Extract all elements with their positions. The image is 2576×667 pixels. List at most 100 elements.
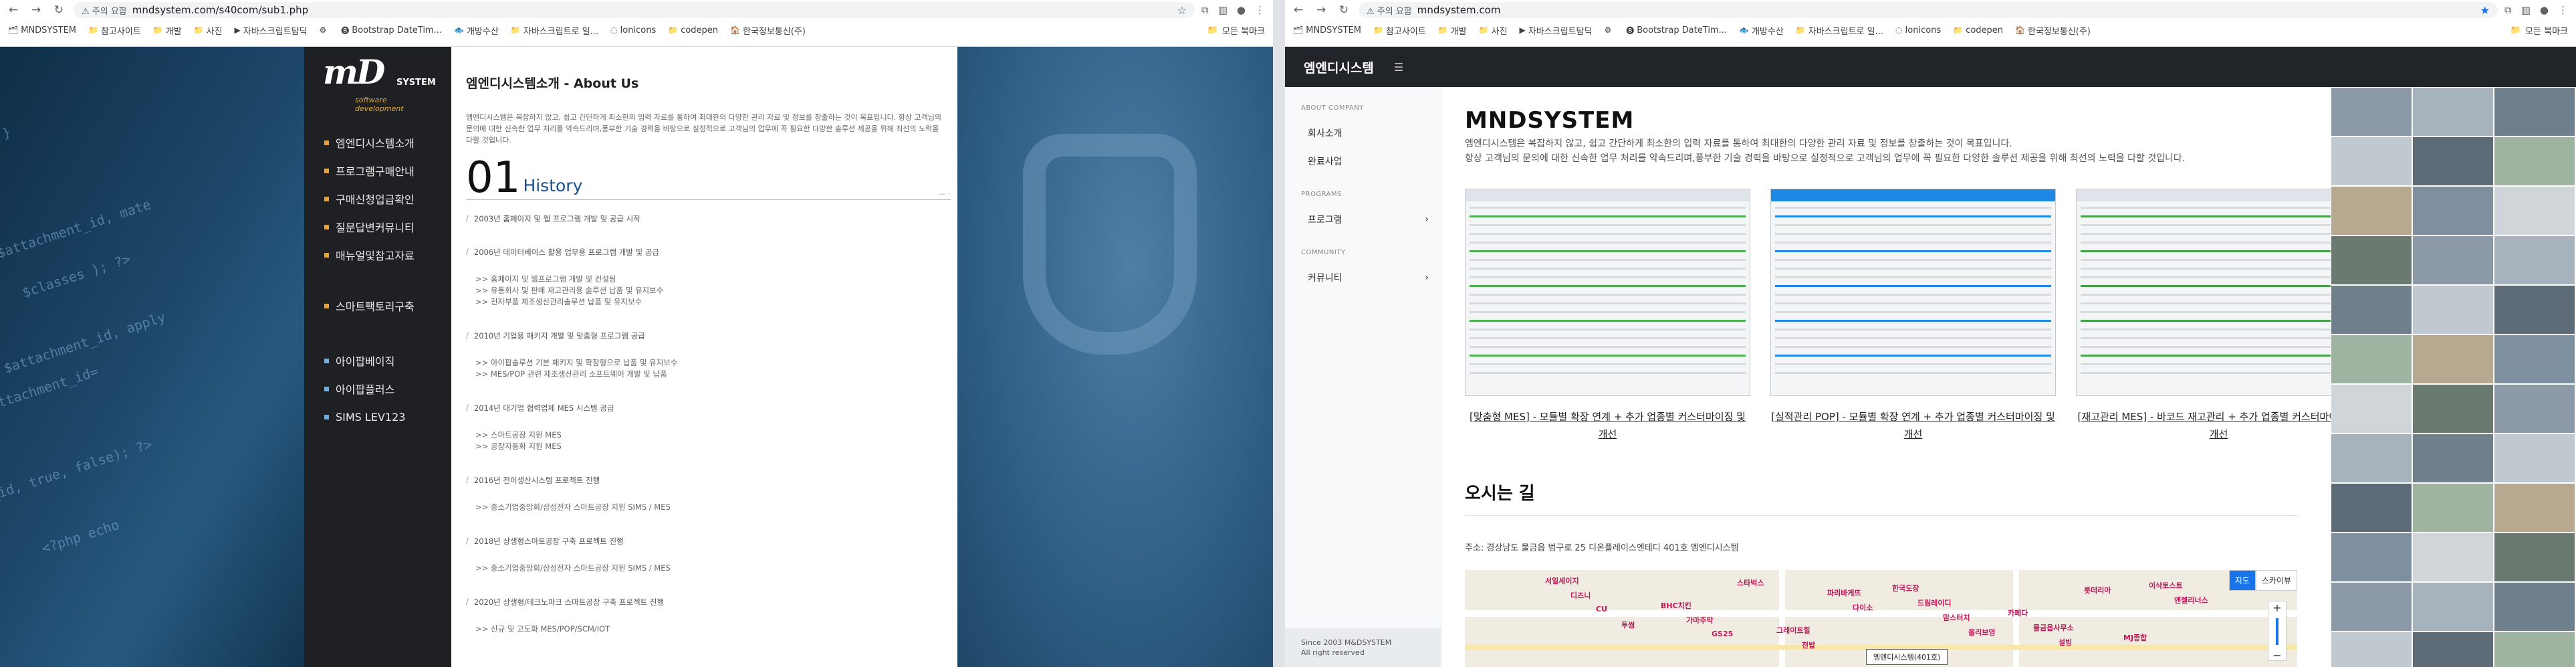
bookmark-item[interactable]: 🗂 MNDSYSTEM bbox=[8, 25, 76, 35]
menu-kebab-icon[interactable]: ⋮ bbox=[2558, 4, 2568, 16]
map-poi[interactable]: 천밥 bbox=[1802, 640, 1815, 650]
menu-item[interactable]: 질문답변커뮤니티 bbox=[324, 213, 415, 241]
bookmark-item[interactable]: 🅑 Bootstrap DateTim... bbox=[341, 25, 442, 36]
sidepanel-icon[interactable]: ▥ bbox=[2521, 4, 2531, 16]
map-poi[interactable]: 가마주막 bbox=[1686, 615, 1713, 626]
bookmark-item[interactable]: 🐟 개방수산 bbox=[454, 24, 499, 37]
map-poi[interactable]: 올리브영 bbox=[1968, 627, 1995, 638]
bookmark-item[interactable]: 🐟 개방수산 bbox=[1739, 24, 1784, 37]
sidebar-link[interactable]: 커뮤니티 › bbox=[1285, 271, 1441, 284]
menu-item[interactable]: 프로그램구매안내 bbox=[324, 157, 415, 185]
bookmark-item[interactable]: 📁 사진 bbox=[1479, 24, 1508, 37]
security-chip[interactable]: ⚠ 주의 요함 bbox=[82, 4, 127, 17]
all-bookmarks[interactable]: 📁 모든 북마크 bbox=[1207, 24, 1265, 37]
bookmark-item[interactable]: 📁 개발 bbox=[1438, 24, 1467, 37]
reload-icon[interactable]: ↻ bbox=[1336, 3, 1352, 17]
map-poi[interactable]: BHC치킨 bbox=[1661, 600, 1691, 611]
bookmark-item[interactable]: ⚙ bbox=[1604, 25, 1614, 35]
menu-item[interactable]: SIMS LEV123 bbox=[324, 403, 405, 431]
product-caption[interactable]: [맞춤형 MES] - 모듈별 확장 연계 + 추가 업종별 커스터마이징 및 … bbox=[1465, 408, 1750, 443]
bookmark-item[interactable]: 📁 사진 bbox=[194, 24, 223, 37]
product-card[interactable]: [실적관리 POP] - 모듈별 확장 연계 + 추가 업종별 커스터마이징 및… bbox=[1770, 189, 2056, 443]
location-map[interactable]: 지도 스카이뷰 + − 엠엔디시스템(401호) 서일세이지 BHC치킨그레이트힐… bbox=[1465, 570, 2297, 667]
map-poi[interactable]: 맘스터치 bbox=[1943, 612, 1970, 623]
map-poi[interactable]: GS25 bbox=[1712, 630, 1733, 638]
security-chip[interactable]: ⚠ 주의 요함 bbox=[1367, 4, 1412, 17]
zoom-out-icon[interactable]: − bbox=[2268, 649, 2286, 662]
map-poi[interactable]: 드림레이디 bbox=[1917, 597, 1952, 608]
map-poi[interactable]: 디즈니 bbox=[1570, 590, 1591, 601]
bookmark-item[interactable]: ◌ Ionicons bbox=[1895, 25, 1941, 35]
site-brand[interactable]: 엠엔디시스템 bbox=[1304, 58, 1374, 76]
menu-item[interactable]: 스마트팩토리구축 bbox=[324, 292, 415, 320]
product-caption[interactable]: [실적관리 POP] - 모듈별 확장 연계 + 추가 업종별 커스터마이징 및… bbox=[1770, 408, 2056, 443]
zoom-slider[interactable] bbox=[2276, 618, 2278, 645]
bookmark-star-icon[interactable]: ☆ bbox=[1177, 4, 1187, 17]
location-pin[interactable]: 엠엔디시스템(401호) bbox=[1866, 649, 1948, 665]
bookmark-item[interactable]: 📁 개발 bbox=[153, 24, 182, 37]
extension-icon[interactable]: ⧉ bbox=[1201, 4, 1209, 16]
map-poi[interactable]: 파리바게뜨 bbox=[1827, 587, 1861, 598]
reload-icon[interactable]: ↻ bbox=[51, 3, 67, 17]
sidebar-link[interactable]: 회사소개 bbox=[1285, 126, 1441, 140]
hamburger-icon[interactable]: ☰ bbox=[1394, 61, 1403, 74]
map-zoom-control[interactable]: + − bbox=[2268, 601, 2287, 662]
map-poi[interactable]: CU bbox=[1596, 605, 1607, 613]
all-bookmarks[interactable]: 📁 모든 북마크 bbox=[2510, 24, 2568, 37]
profile-icon[interactable]: ● bbox=[2540, 4, 2549, 16]
bookmark-item[interactable]: 📁 codepen bbox=[1953, 25, 2003, 35]
menu-item[interactable]: 아이팝베이직 bbox=[324, 347, 405, 375]
map-poi[interactable]: 스타벅스 bbox=[1737, 577, 1764, 588]
bookmark-item[interactable]: ⚙ bbox=[319, 25, 329, 35]
menu-kebab-icon[interactable]: ⋮ bbox=[1255, 4, 1265, 16]
back-icon[interactable]: ← bbox=[1290, 3, 1306, 17]
map-poi[interactable]: 롯데리아 bbox=[2084, 585, 2111, 595]
menu-item[interactable]: 매뉴얼및참고자료 bbox=[324, 241, 415, 269]
menu-item[interactable]: 엠엔디시스템소개 bbox=[324, 128, 415, 157]
map-poi[interactable]: 카페다 bbox=[2008, 607, 2028, 618]
sidebar-link[interactable]: 완료사업 bbox=[1285, 155, 1441, 168]
extension-icon[interactable]: ⧉ bbox=[2504, 4, 2512, 16]
map-poi[interactable]: 이삭토스트 bbox=[2149, 580, 2183, 591]
bookmark-item[interactable]: 📁 자바스크립트로 일... bbox=[1796, 24, 1883, 37]
bookmark-item[interactable]: 🏠 한국정보통신(주) bbox=[730, 24, 806, 37]
map-poi[interactable]: MJ종합 bbox=[2123, 632, 2147, 643]
bookmark-item[interactable]: ◌ Ionicons bbox=[610, 25, 656, 35]
zoom-in-icon[interactable]: + bbox=[2268, 601, 2286, 614]
map-poi[interactable]: 다이소 bbox=[1853, 602, 1873, 613]
bookmark-item[interactable]: 📁 참고사이트 bbox=[88, 24, 141, 37]
map-poi[interactable]: 설빙 bbox=[2059, 637, 2072, 648]
forward-icon[interactable]: → bbox=[1313, 3, 1329, 17]
menu-item[interactable]: 구매신청업급확인 bbox=[324, 185, 415, 213]
bookmark-item[interactable]: 📁 참고사이트 bbox=[1373, 24, 1426, 37]
map-poi[interactable]: 그레이트힐 bbox=[1776, 625, 1810, 636]
bookmark-item[interactable]: 🏠 한국정보통신(주) bbox=[2015, 24, 2091, 37]
product-screenshot[interactable] bbox=[1770, 189, 2056, 396]
skyview-button[interactable]: 스카이뷰 bbox=[2255, 570, 2297, 591]
product-card[interactable]: [재고관리 MES] - 바코드 재고관리 + 추가 업종별 커스터마이징 및 … bbox=[2076, 189, 2361, 443]
bookmark-item[interactable]: 🅑 Bootstrap DateTim... bbox=[1626, 25, 1727, 36]
back-icon[interactable]: ← bbox=[5, 3, 21, 17]
bookmark-item[interactable]: 🗂 MNDSYSTEM bbox=[1293, 25, 1361, 35]
product-screenshot[interactable] bbox=[1465, 189, 1750, 396]
forward-icon[interactable]: → bbox=[28, 3, 44, 17]
bookmark-item[interactable]: 📁 자바스크립트로 일... bbox=[511, 24, 598, 37]
product-card[interactable]: [맞춤형 MES] - 모듈별 확장 연계 + 추가 업종별 커스터마이징 및 … bbox=[1465, 189, 1750, 443]
sidebar-link[interactable]: 프로그램 › bbox=[1285, 213, 1441, 226]
map-poi[interactable]: 한국도장 bbox=[1892, 583, 1919, 593]
map-poi[interactable]: 엔젤리너스 bbox=[2174, 595, 2208, 605]
bookmark-item[interactable]: 📁 codepen bbox=[668, 25, 718, 35]
bookmark-item[interactable]: ▶ 자바스크립트탐딕 bbox=[1520, 24, 1593, 37]
product-caption[interactable]: [재고관리 MES] - 바코드 재고관리 + 추가 업종별 커스터마이징 및 … bbox=[2076, 408, 2361, 443]
map-poi[interactable]: 투썸 bbox=[1621, 620, 1635, 630]
map-poi[interactable]: 서일세이지 bbox=[1545, 575, 1579, 586]
bookmark-item[interactable]: ▶ 자바스크립트탐딕 bbox=[235, 24, 308, 37]
map-poi[interactable]: 물금읍사무소 bbox=[2033, 622, 2074, 633]
address-bar[interactable]: ⚠ 주의 요함 mndsystem.com ★ bbox=[1359, 2, 2498, 18]
site-logo[interactable]: mD SYSTEM software development bbox=[323, 52, 436, 113]
map-view-button[interactable]: 지도 bbox=[2228, 570, 2256, 591]
menu-item[interactable]: 아이팝플러스 bbox=[324, 375, 405, 403]
address-bar[interactable]: ⚠ 주의 요함 mndsystem.com/s40com/sub1.php ☆ bbox=[74, 2, 1195, 18]
product-screenshot[interactable] bbox=[2076, 189, 2361, 396]
sidepanel-icon[interactable]: ▥ bbox=[1218, 4, 1227, 16]
